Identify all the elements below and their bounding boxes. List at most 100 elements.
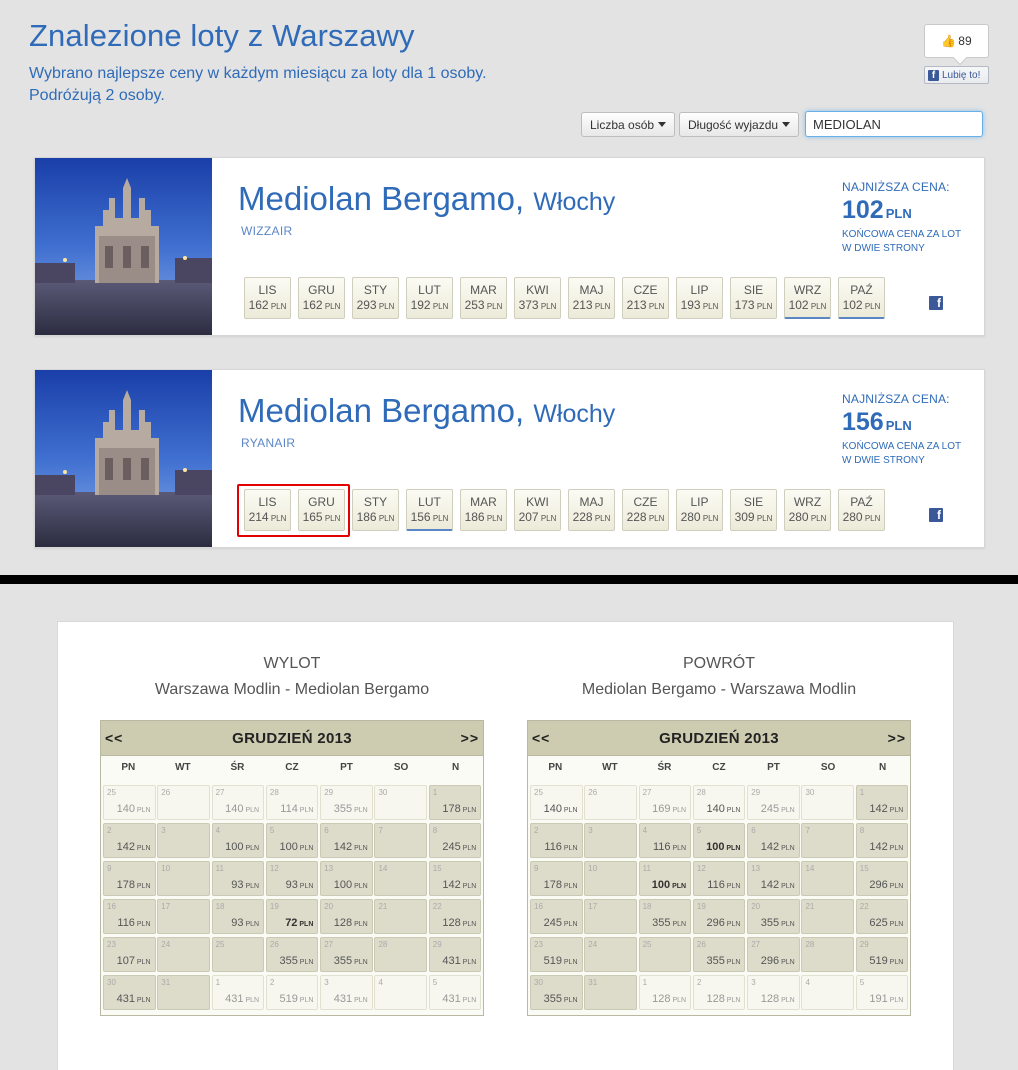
- calendar-day-cell[interactable]: 10: [157, 861, 210, 896]
- month-price-button[interactable]: STY 186 PLN: [352, 489, 399, 531]
- calendar-day-cell[interactable]: 5 431 PLN: [428, 975, 482, 1010]
- calendar-day-cell[interactable]: 9 178 PLN: [103, 861, 156, 896]
- month-price-button[interactable]: MAJ 228 PLN: [568, 489, 615, 531]
- month-price-button[interactable]: PAŹ 280 PLN: [838, 489, 885, 531]
- calendar-day-cell[interactable]: 18 93 PLN: [211, 899, 265, 934]
- calendar-day-cell[interactable]: 28: [374, 937, 427, 972]
- calendar-day-cell[interactable]: 12 93 PLN: [265, 861, 319, 896]
- calendar-day-cell[interactable]: 30 431 PLN: [103, 975, 156, 1010]
- calendar-day-cell[interactable]: 10: [584, 861, 637, 896]
- calendar-day-cell[interactable]: 4 100 PLN: [211, 823, 265, 858]
- calendar-day-cell[interactable]: 17: [584, 899, 637, 934]
- destination-name[interactable]: Mediolan Bergamo, Włochy: [238, 180, 615, 218]
- calendar-day-cell[interactable]: 14: [801, 861, 854, 896]
- destination-search-input[interactable]: [805, 111, 983, 137]
- calendar-day-cell[interactable]: 3 431 PLN: [320, 975, 373, 1010]
- next-month-button[interactable]: >>: [461, 730, 479, 746]
- calendar-day-cell[interactable]: 1 178 PLN: [428, 785, 482, 820]
- calendar-day-cell[interactable]: 5 100 PLN: [692, 823, 746, 858]
- next-month-button[interactable]: >>: [888, 730, 906, 746]
- destination-name[interactable]: Mediolan Bergamo, Włochy: [238, 392, 615, 430]
- calendar-day-cell[interactable]: 15 296 PLN: [855, 861, 909, 896]
- calendar-day-cell[interactable]: 6 142 PLN: [747, 823, 800, 858]
- calendar-day-cell[interactable]: 22 625 PLN: [855, 899, 909, 934]
- calendar-day-cell[interactable]: 30: [374, 785, 427, 820]
- month-price-button[interactable]: SIE 309 PLN: [730, 489, 777, 531]
- calendar-day-cell[interactable]: 15 142 PLN: [428, 861, 482, 896]
- calendar-day-cell[interactable]: 4: [374, 975, 427, 1010]
- calendar-day-cell[interactable]: 17: [157, 899, 210, 934]
- calendar-day-cell[interactable]: 1 142 PLN: [855, 785, 909, 820]
- calendar-day-cell[interactable]: 24: [157, 937, 210, 972]
- calendar-day-cell[interactable]: 27 169 PLN: [638, 785, 692, 820]
- calendar-day-cell[interactable]: 2 142 PLN: [103, 823, 156, 858]
- calendar-day-cell[interactable]: 27 140 PLN: [211, 785, 265, 820]
- prev-month-button[interactable]: <<: [105, 730, 123, 746]
- calendar-day-cell[interactable]: 2 519 PLN: [265, 975, 319, 1010]
- calendar-day-cell[interactable]: 11 93 PLN: [211, 861, 265, 896]
- calendar-day-cell[interactable]: 29 519 PLN: [855, 937, 909, 972]
- persons-dropdown[interactable]: Liczba osób: [581, 112, 676, 137]
- calendar-day-cell[interactable]: 7: [801, 823, 854, 858]
- calendar-day-cell[interactable]: 31: [584, 975, 637, 1010]
- facebook-share-icon[interactable]: f: [929, 296, 943, 310]
- month-price-button[interactable]: WRZ 280 PLN: [784, 489, 831, 531]
- month-price-button[interactable]: STY 293 PLN: [352, 277, 399, 319]
- calendar-day-cell[interactable]: 13 142 PLN: [747, 861, 800, 896]
- calendar-day-cell[interactable]: 30: [801, 785, 854, 820]
- calendar-day-cell[interactable]: 25 140 PLN: [530, 785, 583, 820]
- calendar-day-cell[interactable]: 1 431 PLN: [211, 975, 265, 1010]
- calendar-day-cell[interactable]: 16 116 PLN: [103, 899, 156, 934]
- calendar-day-cell[interactable]: 27 296 PLN: [747, 937, 800, 972]
- duration-dropdown[interactable]: Długość wyjazdu: [679, 112, 800, 137]
- facebook-share-icon[interactable]: f: [929, 508, 943, 522]
- calendar-day-cell[interactable]: 29 431 PLN: [428, 937, 482, 972]
- calendar-day-cell[interactable]: 18 355 PLN: [638, 899, 692, 934]
- calendar-day-cell[interactable]: 16 245 PLN: [530, 899, 583, 934]
- calendar-day-cell[interactable]: 29 245 PLN: [747, 785, 800, 820]
- calendar-day-cell[interactable]: 26: [157, 785, 210, 820]
- calendar-day-cell[interactable]: 25: [211, 937, 265, 972]
- calendar-day-cell[interactable]: 26: [584, 785, 637, 820]
- calendar-day-cell[interactable]: 27 355 PLN: [320, 937, 373, 972]
- month-price-button[interactable]: CZE 213 PLN: [622, 277, 669, 319]
- calendar-day-cell[interactable]: 3 128 PLN: [747, 975, 800, 1010]
- calendar-day-cell[interactable]: 20 355 PLN: [747, 899, 800, 934]
- calendar-day-cell[interactable]: 19 296 PLN: [692, 899, 746, 934]
- prev-month-button[interactable]: <<: [532, 730, 550, 746]
- calendar-day-cell[interactable]: 5 100 PLN: [265, 823, 319, 858]
- calendar-day-cell[interactable]: 11 100 PLN: [638, 861, 692, 896]
- calendar-day-cell[interactable]: 2 116 PLN: [530, 823, 583, 858]
- calendar-day-cell[interactable]: 6 142 PLN: [320, 823, 373, 858]
- month-price-button[interactable]: MAR 253 PLN: [460, 277, 507, 319]
- calendar-day-cell[interactable]: 21: [801, 899, 854, 934]
- calendar-day-cell[interactable]: 5 191 PLN: [855, 975, 909, 1010]
- calendar-day-cell[interactable]: 13 100 PLN: [320, 861, 373, 896]
- calendar-day-cell[interactable]: 31: [157, 975, 210, 1010]
- calendar-day-cell[interactable]: 26 355 PLN: [265, 937, 319, 972]
- month-price-button[interactable]: KWI 207 PLN: [514, 489, 561, 531]
- calendar-day-cell[interactable]: 25: [638, 937, 692, 972]
- month-price-button[interactable]: GRU 162 PLN: [298, 277, 345, 319]
- month-price-button[interactable]: LIP 193 PLN: [676, 277, 723, 319]
- calendar-day-cell[interactable]: 4 116 PLN: [638, 823, 692, 858]
- calendar-day-cell[interactable]: 19 72 PLN: [265, 899, 319, 934]
- calendar-day-cell[interactable]: 4: [801, 975, 854, 1010]
- calendar-day-cell[interactable]: 8 245 PLN: [428, 823, 482, 858]
- month-price-button[interactable]: LIS 162 PLN: [244, 277, 291, 319]
- calendar-day-cell[interactable]: 7: [374, 823, 427, 858]
- calendar-day-cell[interactable]: 30 355 PLN: [530, 975, 583, 1010]
- calendar-day-cell[interactable]: 3: [157, 823, 210, 858]
- calendar-day-cell[interactable]: 9 178 PLN: [530, 861, 583, 896]
- month-price-button[interactable]: LUT 192 PLN: [406, 277, 453, 319]
- calendar-day-cell[interactable]: 22 128 PLN: [428, 899, 482, 934]
- calendar-day-cell[interactable]: 28: [801, 937, 854, 972]
- calendar-day-cell[interactable]: 24: [584, 937, 637, 972]
- month-price-button[interactable]: PAŹ 102 PLN: [838, 277, 885, 319]
- month-price-button[interactable]: MAR 186 PLN: [460, 489, 507, 531]
- calendar-day-cell[interactable]: 25 140 PLN: [103, 785, 156, 820]
- calendar-day-cell[interactable]: 12 116 PLN: [692, 861, 746, 896]
- calendar-day-cell[interactable]: 20 128 PLN: [320, 899, 373, 934]
- calendar-day-cell[interactable]: 28 114 PLN: [265, 785, 319, 820]
- month-price-button[interactable]: WRZ 102 PLN: [784, 277, 831, 319]
